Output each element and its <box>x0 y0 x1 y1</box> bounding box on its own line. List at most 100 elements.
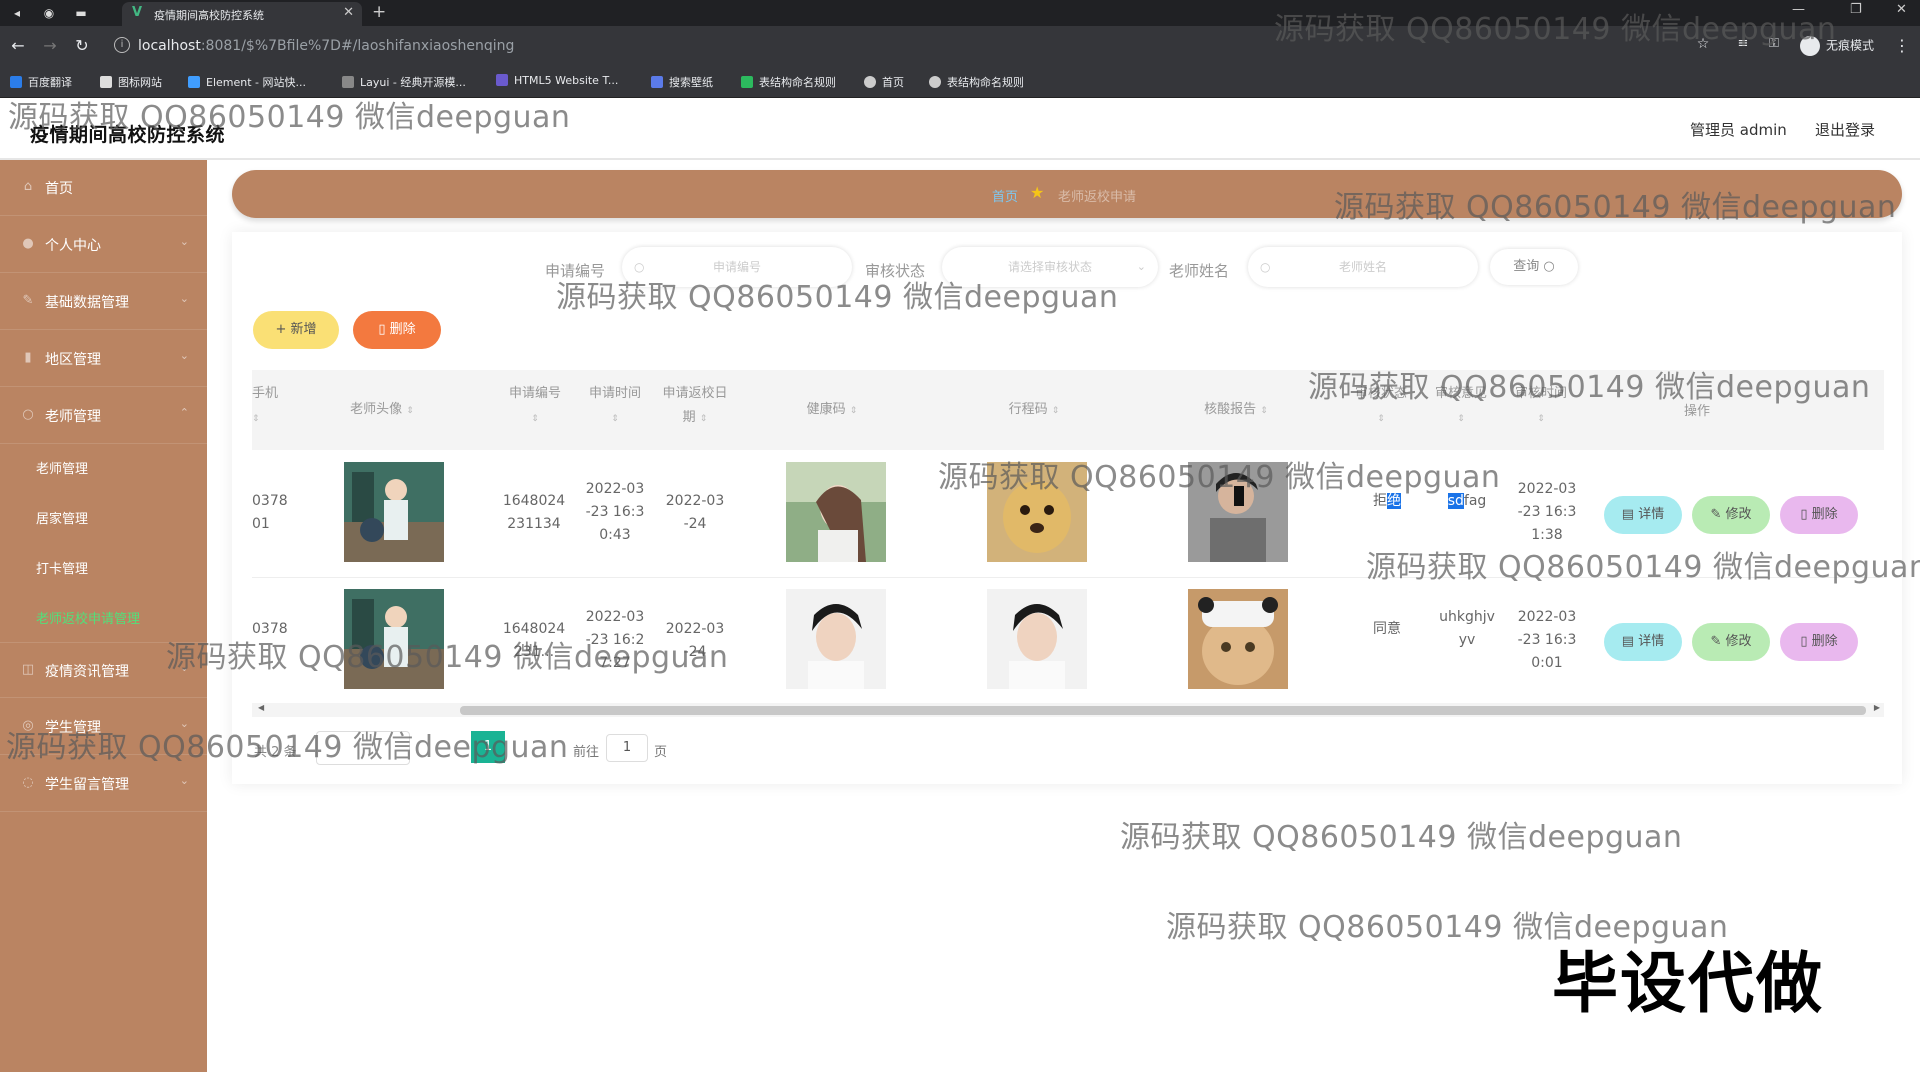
delete-button[interactable]: ▯ 删除 <box>1780 623 1858 661</box>
cell-opinion: uhkghjv yv <box>1439 609 1495 648</box>
th-avatar[interactable]: 老师头像 ⇕ <box>312 398 452 423</box>
chevron-down-icon: ⌄ <box>179 661 189 674</box>
search-code-input[interactable]: ○ 申请编号 <box>622 247 852 287</box>
goto-label: 前往 <box>573 745 600 760</box>
sidebar-sub-home-quarantine[interactable]: 居家管理 <box>36 508 88 527</box>
page-number-current[interactable]: 1 <box>471 731 505 763</box>
th-code[interactable]: 申请编号 ⇕ <box>500 382 570 431</box>
th-review-time[interactable]: 审核时间 ⇕ <box>1506 382 1576 431</box>
vue-icon: V <box>132 5 143 20</box>
th-return-date[interactable]: 申请返校日期 ⇕ <box>660 382 730 431</box>
table-row: 0378 01 1648024 231134 2022-03 -23 16:3 … <box>252 450 1884 578</box>
trip-code-image[interactable] <box>987 589 1087 689</box>
bookmark-item[interactable]: Element - 网站快... <box>188 74 306 90</box>
edit-button[interactable]: ✎ 修改 <box>1692 496 1770 534</box>
reload-icon[interactable]: ↻ <box>72 36 92 55</box>
th-trip-code[interactable]: 行程码 ⇕ <box>974 398 1094 423</box>
restore-icon[interactable]: ❐ <box>1850 2 1862 17</box>
close-icon[interactable]: ✕ <box>343 5 354 20</box>
sidebar: ⌂ 首页 ● 个人中心 ⌄ ✎ 基础数据管理 ⌄ ▮ 地区管理 ⌄ ○ 老师管理… <box>0 160 207 1072</box>
scrollbar-thumb[interactable] <box>460 706 1866 715</box>
tab-search-icon[interactable]: ◂ <box>8 4 26 22</box>
close-window-icon[interactable]: ✕ <box>1896 2 1907 17</box>
page-unit-label: 页 <box>654 745 668 760</box>
scroll-left-icon[interactable]: ◀ <box>258 703 264 712</box>
bookmark-item[interactable]: 搜索壁纸 <box>651 74 713 90</box>
browser-tab-bar: ◂ ◉ ▬ V 疫情期间高校防控系统 ✕ + — ❐ ✕ <box>0 0 1920 26</box>
sidebar-item-base-data[interactable]: ✎ 基础数据管理 ⌄ <box>0 274 207 330</box>
teacher-avatar-image[interactable] <box>344 462 444 562</box>
cell-review-time: 2022-03 -23 16:3 1:38 <box>1517 481 1577 543</box>
th-health-code[interactable]: 健康码 ⇕ <box>772 398 892 423</box>
cell-time: 2022-03 -23 16:3 0:43 <box>585 481 645 543</box>
minimize-icon[interactable]: — <box>1792 2 1805 17</box>
batch-delete-button[interactable]: ▯ 删除 <box>353 311 441 349</box>
bookmark-item[interactable]: 百度翻译 <box>10 74 72 90</box>
trip-code-image[interactable] <box>987 462 1087 562</box>
star-icon[interactable]: ☆ <box>1693 36 1713 52</box>
th-phone[interactable]: 手机 ⇕ <box>252 382 282 431</box>
query-button[interactable]: 查询 ○ <box>1490 249 1578 285</box>
nucleic-report-image[interactable] <box>1188 462 1288 562</box>
browser-tab[interactable]: V 疫情期间高校防控系统 ✕ <box>122 2 362 26</box>
sidebar-item-teacher[interactable]: ○ 老师管理 ⌃ <box>0 388 207 444</box>
chevron-down-icon: ⌄ <box>179 717 189 730</box>
cell-code: 1648024 231134 <box>502 493 566 532</box>
document-icon: ▤ <box>1621 507 1635 522</box>
bookmark-item[interactable]: 首页 <box>864 74 904 90</box>
key-icon[interactable]: ⚿ <box>1764 36 1784 51</box>
bookmark-item[interactable]: 表结构命名规则 <box>741 74 836 90</box>
detail-button[interactable]: ▤ 详情 <box>1604 623 1682 661</box>
cell-return-date: 2022-03 -24 <box>665 493 725 532</box>
sidebar-item-student[interactable]: ◎ 学生管理 ⌄ <box>0 699 207 755</box>
scroll-right-icon[interactable]: ▶ <box>1874 703 1880 712</box>
incognito-indicator[interactable]: 无痕模式 <box>1800 36 1874 56</box>
bookmark-item[interactable]: Layui - 经典开源模... <box>342 74 466 90</box>
horizontal-scrollbar[interactable]: ◀ ▶ <box>252 703 1884 717</box>
search-name-input[interactable]: ○ 老师姓名 <box>1248 247 1478 287</box>
add-button[interactable]: + 新增 <box>253 311 339 349</box>
th-status[interactable]: 审核状态 ⇕ <box>1346 382 1416 431</box>
bookmark-item[interactable]: HTML5 Website T... <box>496 74 618 87</box>
th-nucleic-report[interactable]: 核酸报告 ⇕ <box>1176 398 1296 423</box>
cell-code: 1648024 231... <box>502 621 566 660</box>
sidebar-sub-teacher[interactable]: 老师管理 <box>36 458 88 477</box>
label-apply-code: 申请编号 <box>545 262 606 280</box>
teacher-avatar-image[interactable] <box>344 589 444 689</box>
delete-button[interactable]: ▯ 删除 <box>1780 496 1858 534</box>
menu-icon[interactable]: ⋮ <box>1892 36 1912 55</box>
new-tab-icon[interactable]: + <box>372 2 386 22</box>
url-input[interactable]: i localhost:8081/$%7Bfile%7D#/laoshifanx… <box>108 32 1688 60</box>
page-size-select[interactable] <box>316 731 410 765</box>
info-icon[interactable]: i <box>114 37 130 53</box>
logout-button[interactable]: 退出登录 <box>1815 119 1875 140</box>
sidebar-item-news[interactable]: ◫ 疫情资讯管理 ⌄ <box>0 642 207 698</box>
health-code-image[interactable] <box>786 462 886 562</box>
breadcrumb-home[interactable]: 首页 <box>992 186 1018 205</box>
window-icon[interactable]: ▬ <box>72 4 90 22</box>
sidebar-sub-checkin[interactable]: 打卡管理 <box>36 558 88 577</box>
status-select[interactable]: 请选择审核状态 ⌄ <box>942 247 1158 287</box>
back-icon[interactable]: ← <box>8 36 28 55</box>
trash-icon: ▯ <box>1800 507 1808 522</box>
sidebar-item-region[interactable]: ▮ 地区管理 ⌄ <box>0 331 207 387</box>
forward-icon[interactable]: → <box>40 36 60 55</box>
bookmark-item[interactable]: 表结构命名规则 <box>929 74 1024 90</box>
nucleic-report-image[interactable] <box>1188 589 1288 689</box>
breadcrumb: 首页 ★ 老师返校申请 <box>232 170 1902 218</box>
th-time[interactable]: 申请时间 ⇕ <box>580 382 650 431</box>
bookmark-item[interactable]: 图标网站 <box>100 74 162 90</box>
media-icon[interactable]: ≡ <box>1733 36 1753 51</box>
incognito-icon <box>1800 36 1820 56</box>
news-icon: ◫ <box>21 662 35 677</box>
detail-button[interactable]: ▤ 详情 <box>1604 496 1682 534</box>
sidebar-item-home[interactable]: ⌂ 首页 <box>0 160 207 216</box>
sidebar-item-student-message[interactable]: ◌ 学生留言管理 ⌄ <box>0 756 207 812</box>
th-opinion[interactable]: 审核意见 ⇕ <box>1426 382 1496 431</box>
goto-page-input[interactable]: 1 <box>606 734 648 762</box>
sidebar-sub-return-request[interactable]: 老师返校申请管理 <box>36 608 140 627</box>
edit-button[interactable]: ✎ 修改 <box>1692 623 1770 661</box>
sidebar-item-profile[interactable]: ● 个人中心 ⌄ <box>0 217 207 273</box>
health-code-image[interactable] <box>786 589 886 689</box>
table-header: 手机 ⇕ 老师头像 ⇕ 申请编号 ⇕ 申请时间 ⇕ 申请返校日期 ⇕ 健康码 ⇕ 行程… <box>252 370 1884 450</box>
